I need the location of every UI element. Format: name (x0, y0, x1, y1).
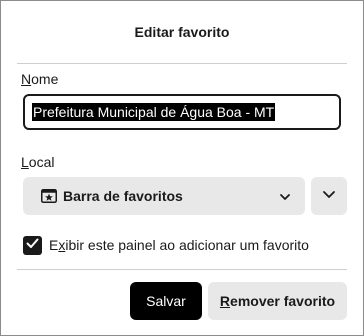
location-select[interactable]: Barra de favoritos (23, 177, 305, 215)
name-input-value: Prefeitura Municipal de Água Boa - MT (32, 103, 276, 121)
edit-bookmark-panel: Editar favorito Nome Prefeitura Municipa… (0, 0, 364, 336)
header-divider (17, 63, 347, 64)
show-panel-checkbox[interactable] (23, 235, 42, 255)
remove-bookmark-button[interactable]: Remover favorito (208, 282, 347, 320)
folder-tree-expander-button[interactable] (311, 177, 347, 215)
save-button[interactable]: Salvar (130, 282, 202, 320)
panel-title: Editar favorito (134, 24, 230, 40)
show-panel-option[interactable]: Exibir este painel ao adicionar um favor… (23, 233, 309, 257)
bookmarks-toolbar-icon (41, 189, 57, 203)
footer-divider (17, 269, 347, 270)
name-input[interactable]: Prefeitura Municipal de Água Boa - MT (23, 94, 341, 130)
checkmark-icon (26, 236, 39, 254)
panel-header: Editar favorito (1, 1, 363, 63)
location-label: Local (21, 154, 55, 170)
name-label: Nome (21, 71, 59, 87)
chevron-down-icon (279, 190, 291, 208)
chevron-down-icon (322, 187, 336, 206)
location-select-value: Barra de favoritos (63, 188, 183, 204)
show-panel-checkbox-label: Exibir este painel ao adicionar um favor… (49, 237, 309, 253)
